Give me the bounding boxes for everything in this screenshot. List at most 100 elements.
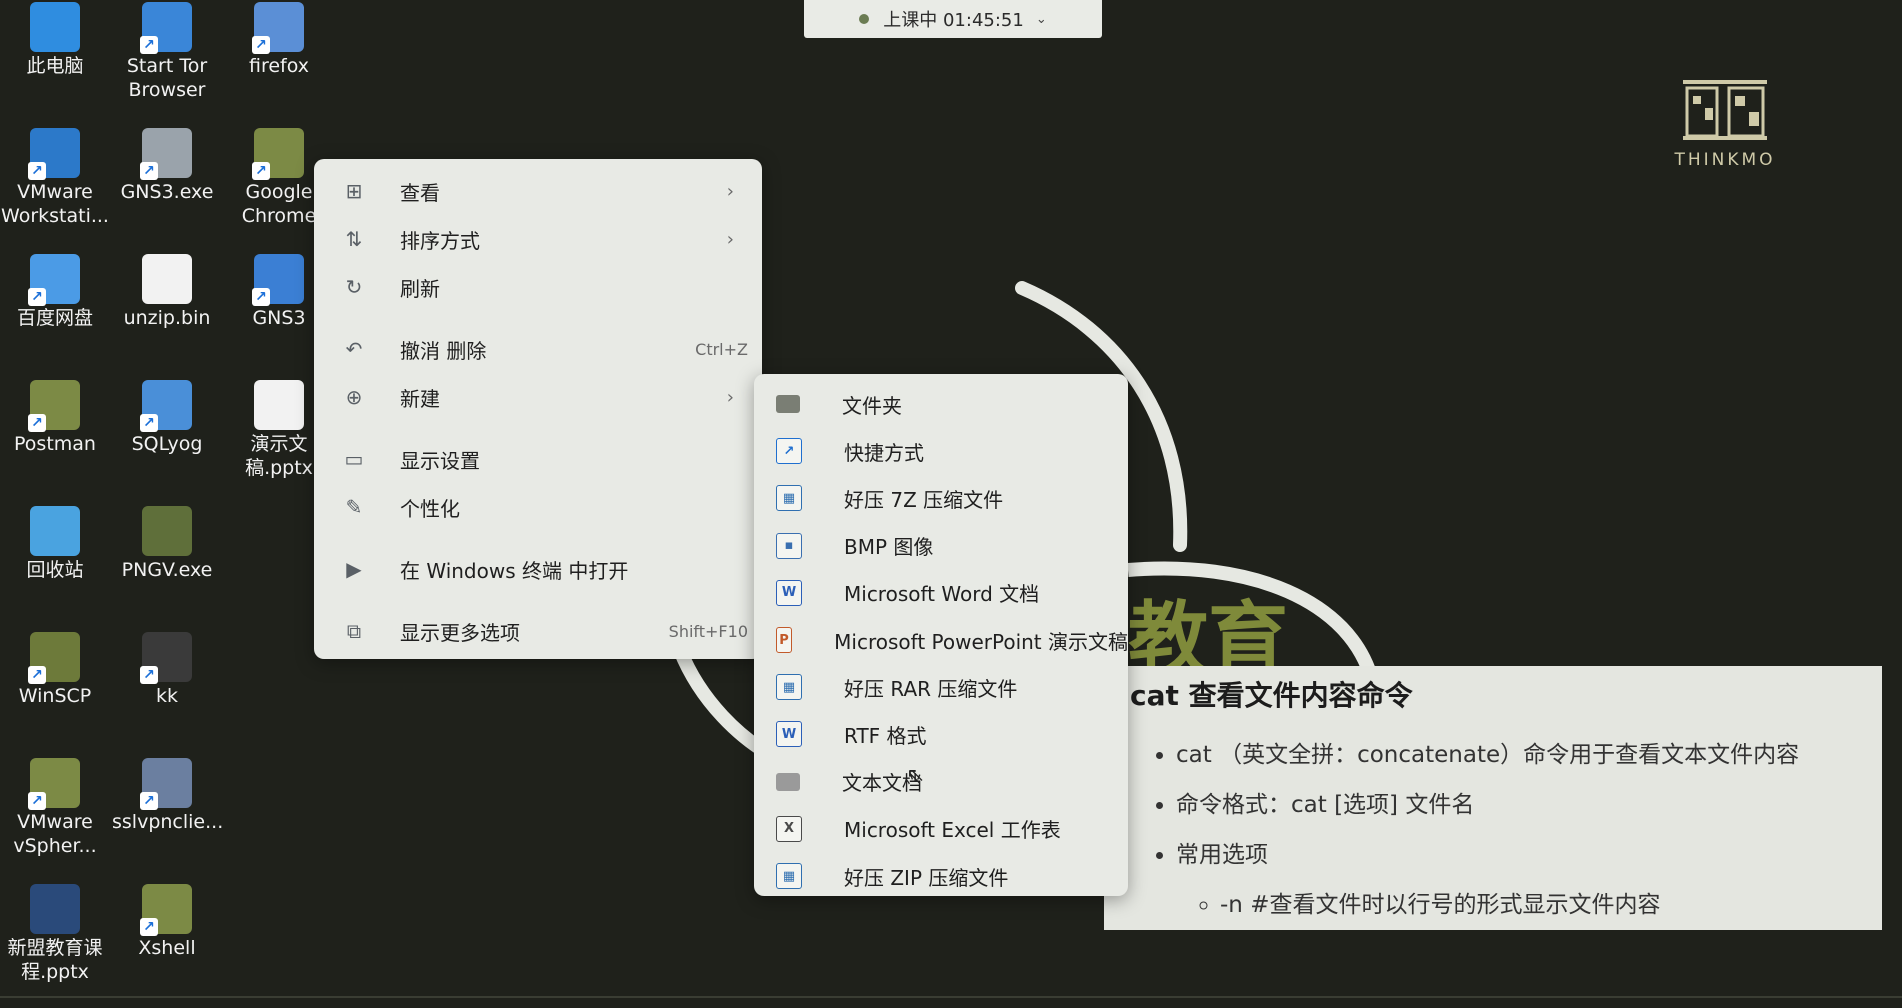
new-submenu-item-label: 快捷方式 xyxy=(844,440,924,465)
shortcut-overlay-icon: ↗ xyxy=(140,918,158,936)
context-menu-item[interactable]: ⊞ 查看 › xyxy=(322,169,754,213)
logo-mark-icon xyxy=(1683,80,1767,140)
new-submenu: 文件夹 ↗ 快捷方式 ▦ 好压 7Z 压缩文件 ▪ BMP 图像 W Microsoft Wor… xyxy=(754,374,1128,896)
desktop-icon[interactable]: unzip.bin xyxy=(112,254,222,330)
desktop-icon[interactable]: ↗ VMware Workstati... xyxy=(0,128,110,228)
brush-icon: ✎ xyxy=(345,495,363,519)
slide-sub-bullet-list: -n #查看文件时以行号的形式显示文件内容 xyxy=(1176,880,1856,930)
desktop-icon-label: Start Tor Browser xyxy=(126,55,208,101)
new-submenu-item[interactable]: P Microsoft PowerPoint 演示文稿 xyxy=(754,618,1128,662)
context-menu-item-label: 在 Windows 终端 中打开 xyxy=(400,558,629,583)
new-submenu-item[interactable]: ▦ 好压 RAR 压缩文件 xyxy=(754,665,1128,709)
new-submenu-item[interactable]: ▦ 好压 ZIP 压缩文件 xyxy=(754,854,1128,896)
logo-text: THINKMO xyxy=(1674,150,1776,170)
new-submenu-item[interactable]: X Microsoft Excel 工作表 xyxy=(754,807,1128,851)
new-submenu-item[interactable]: W Microsoft Word 文档 xyxy=(754,571,1128,615)
postman-icon: ↗ xyxy=(28,380,80,432)
chevron-right-icon: › xyxy=(726,228,734,250)
powerpoint-icon: P xyxy=(776,627,793,653)
session-status-pill[interactable]: 上课中 01:45:51 ⌄ xyxy=(804,0,1102,38)
desktop-icon[interactable]: ↗ WinSCP xyxy=(0,632,110,708)
context-menu-item[interactable]: ▭ 显示设置 xyxy=(322,437,754,481)
context-menu-item[interactable]: ⊕ 新建 › xyxy=(322,375,754,419)
slide-bullet: 命令格式：cat [选项] 文件名 xyxy=(1176,780,1856,830)
new-submenu-item-label: 文件夹 xyxy=(842,393,902,418)
desktop-icon-label: WinSCP xyxy=(18,685,92,707)
sslvpn-icon: ↗ xyxy=(140,758,192,810)
xshell-icon: ↗ xyxy=(140,884,192,936)
context-menu-item[interactable]: ⇅ 排序方式 › xyxy=(322,217,754,261)
haozip-rar-icon: ▦ xyxy=(776,674,802,701)
desktop-icon[interactable]: ↗ VMware vSpher... xyxy=(0,758,110,858)
desktop-icon-label: Postman xyxy=(14,433,96,455)
new-submenu-item[interactable]: ↗ 快捷方式 xyxy=(754,429,1128,473)
context-menu-item[interactable]: ↻ 刷新 xyxy=(322,265,754,309)
chevron-down-icon[interactable]: ⌄ xyxy=(1036,12,1047,27)
context-menu-item-label: 撤消 删除 xyxy=(400,338,487,363)
gns3-icon: ↗ xyxy=(252,254,304,306)
desktop-icon-label: 新盟教育课程.pptx xyxy=(7,937,103,983)
shortcut-overlay-icon: ↗ xyxy=(140,666,158,684)
recycle-bin-icon xyxy=(30,506,80,556)
new-submenu-item[interactable]: 文本文档 xyxy=(754,760,1128,804)
desktop-icon[interactable]: ↗ SQLyog xyxy=(112,380,222,456)
desktop-icon[interactable]: ↗ Postman xyxy=(0,380,110,456)
shortcut-overlay-icon: ↗ xyxy=(28,162,46,180)
new-submenu-item[interactable]: ▦ 好压 7Z 压缩文件 xyxy=(754,476,1128,520)
firefox-icon: ↗ xyxy=(252,2,304,54)
context-menu-item[interactable]: ▶ 在 Windows 终端 中打开 xyxy=(322,547,754,591)
desktop-icon-label: unzip.bin xyxy=(123,307,211,329)
desktop-icon-label: GNS3.exe xyxy=(120,181,214,203)
desktop-icon-label: 百度网盘 xyxy=(16,307,93,329)
shortcut-overlay-icon: ↗ xyxy=(28,414,46,432)
context-menu-item[interactable]: ✎ 个性化 xyxy=(322,485,754,529)
desktop-icon-label: 回收站 xyxy=(26,559,84,581)
computer-icon xyxy=(30,2,80,52)
desktop-icon[interactable]: ↗ sslvpnclie... xyxy=(112,758,223,834)
pngv-icon xyxy=(142,506,192,556)
chrome-icon: ↗ xyxy=(252,128,304,180)
desktop-icon[interactable]: ↗ GNS3.exe xyxy=(112,128,222,204)
desktop-icon-label: PNGV.exe xyxy=(121,559,213,581)
context-menu-item-label: 显示设置 xyxy=(400,448,480,473)
desktop-icon[interactable]: ↗ Xshell xyxy=(112,884,222,960)
haozip-7z-icon: ▦ xyxy=(776,485,802,512)
slide-title: cat 查看文件内容命令 xyxy=(1130,679,1413,712)
baidu-netdisk-icon: ↗ xyxy=(28,254,80,306)
desktop-icon-label: VMware vSpher... xyxy=(13,811,97,857)
status-dot-icon xyxy=(859,14,870,24)
desktop-icon[interactable]: PNGV.exe xyxy=(112,506,222,582)
new-submenu-item-label: Microsoft Excel 工作表 xyxy=(844,818,1061,843)
new-submenu-item[interactable]: W RTF 格式 xyxy=(754,712,1128,756)
desktop-icon[interactable]: ↗ kk xyxy=(112,632,222,708)
bmp-image-icon: ▪ xyxy=(776,532,802,559)
shortcut-overlay-icon: ↗ xyxy=(140,36,158,54)
shortcut-arrow-icon: ↗ xyxy=(776,438,802,465)
file-icon xyxy=(142,254,192,304)
desktop-icon[interactable]: 此电脑 xyxy=(0,2,110,78)
context-menu-item-label: 个性化 xyxy=(400,496,460,521)
desktop-icon[interactable]: ↗ firefox xyxy=(224,2,334,78)
new-submenu-item[interactable]: ▪ BMP 图像 xyxy=(754,524,1128,568)
shortcut-overlay-icon: ↗ xyxy=(140,792,158,810)
context-menu-item-label: 排序方式 xyxy=(400,228,480,253)
desktop-icon-label: SQLyog xyxy=(131,433,203,455)
excel-icon: X xyxy=(776,815,802,842)
thinkmo-logo: THINKMO xyxy=(1650,78,1800,170)
context-menu-item[interactable]: ↶ 撤消 删除 Ctrl+Z xyxy=(322,327,754,371)
new-submenu-item[interactable]: 文件夹 xyxy=(754,382,1128,426)
shortcut-overlay-icon: ↗ xyxy=(252,162,270,180)
desktop-icon[interactable]: 新盟教育课程.pptx xyxy=(0,884,110,984)
winscp-icon: ↗ xyxy=(28,632,80,684)
rtf-doc-icon: W xyxy=(776,721,802,748)
desktop-icon[interactable]: ↗ 百度网盘 xyxy=(0,254,110,330)
shortcut-overlay-icon: ↗ xyxy=(252,36,270,54)
desktop-context-menu: ⊞ 查看 › ⇅ 排序方式 › ↻ 刷新 ↶ 撤消 删除 Ctrl+Z ⊕ 新建 › ▭ 显示设置 ✎ 个性化 ▶ 在… xyxy=(314,159,762,659)
desktop-icon[interactable]: ↗ Start Tor Browser xyxy=(112,2,222,102)
vsphere-icon: ↗ xyxy=(28,758,80,810)
shortcut-overlay-icon: ↗ xyxy=(140,162,158,180)
new-submenu-item-label: 好压 7Z 压缩文件 xyxy=(844,487,1004,512)
desktop-icon[interactable]: 回收站 xyxy=(0,506,110,582)
new-submenu-item-label: RTF 格式 xyxy=(844,723,927,748)
context-menu-item[interactable]: ⧉ 显示更多选项 Shift+F10 xyxy=(322,609,754,653)
